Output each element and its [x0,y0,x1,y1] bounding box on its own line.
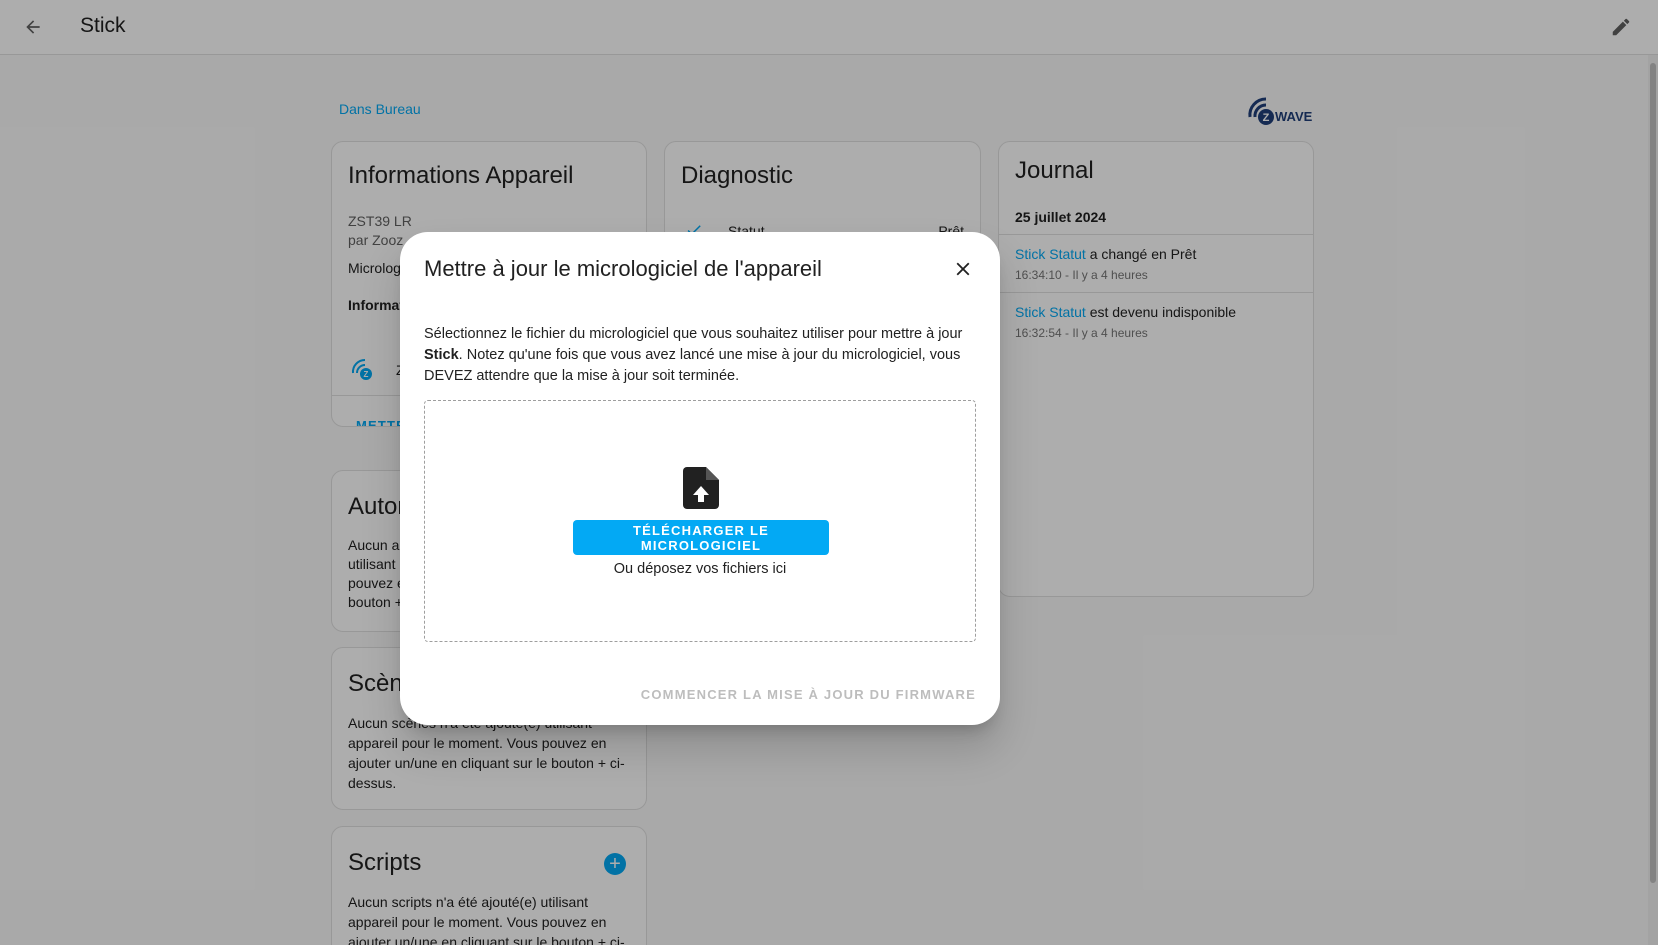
start-firmware-update-button[interactable]: COMMENCER LA MISE À JOUR DU FIRMWARE [641,687,976,702]
upload-firmware-button[interactable]: TÉLÉCHARGER LE MICROLOGICIEL [573,520,829,555]
file-upload-icon [683,467,719,509]
dialog-device-name: Stick [424,347,459,363]
close-icon [956,262,970,276]
dialog-text-before: Sélectionnez le fichier du micrologiciel… [424,326,963,342]
dialog-close-button[interactable] [946,252,980,286]
dialog-title: Mettre à jour le micrologiciel de l'appa… [424,256,822,281]
file-dropzone[interactable]: TÉLÉCHARGER LE MICROLOGICIEL Ou déposez … [424,400,976,642]
dialog-description: Sélectionnez le fichier du micrologiciel… [424,324,976,387]
drop-hint: Ou déposez vos fichiers ici [613,561,787,577]
firmware-update-dialog: Mettre à jour le micrologiciel de l'appa… [400,232,1000,725]
dialog-text-after: . Notez qu'une fois que vous avez lancé … [424,347,961,384]
